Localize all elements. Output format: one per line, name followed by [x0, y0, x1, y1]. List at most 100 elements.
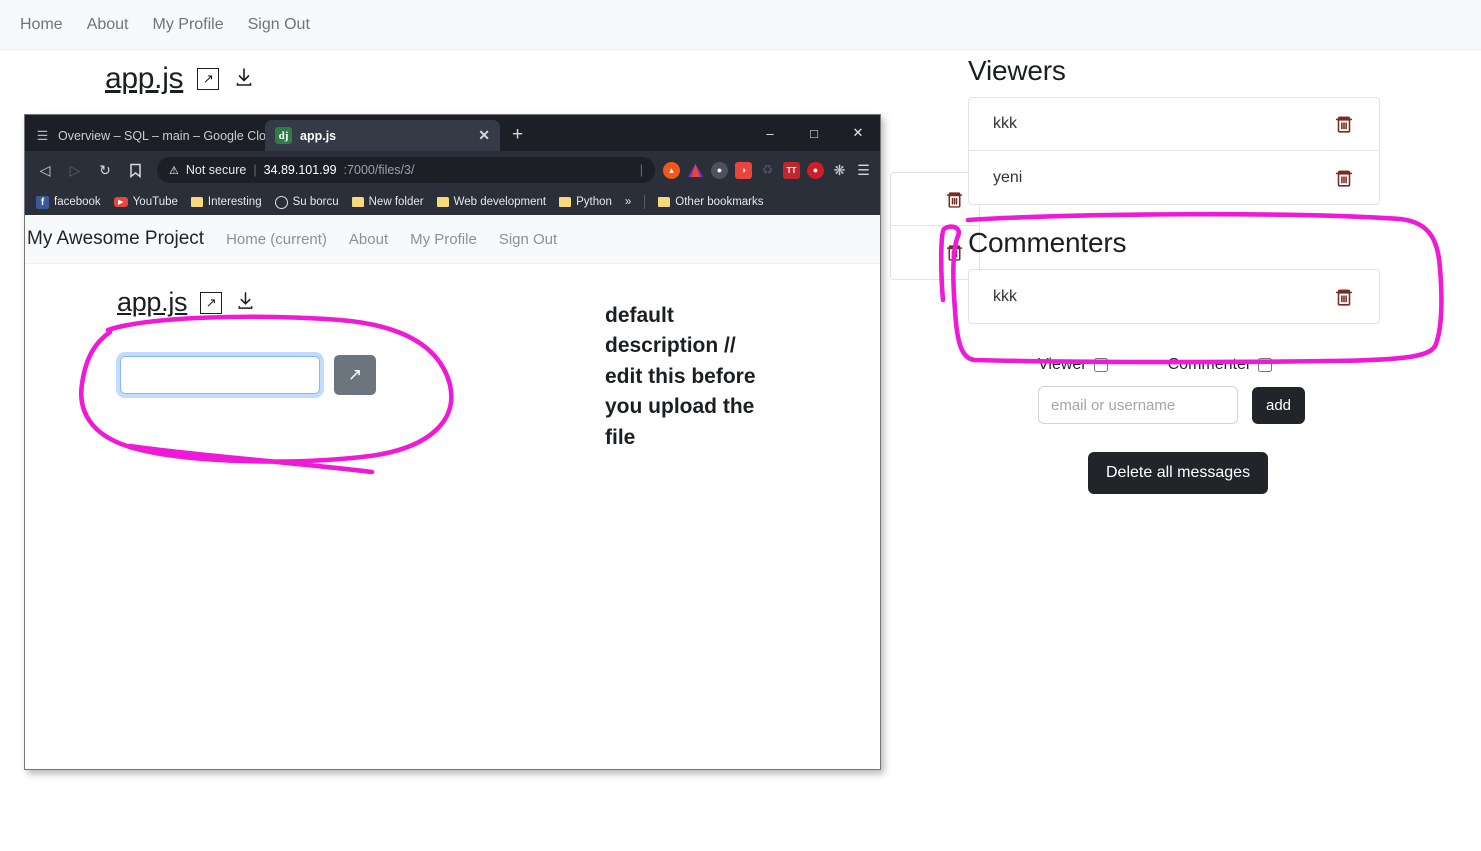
bookmark-icon[interactable]	[121, 156, 149, 184]
email-or-username-input[interactable]	[1038, 386, 1238, 424]
outer-nav-item-about[interactable]: About	[87, 16, 129, 34]
viewer-name: yeni	[993, 168, 1023, 186]
django-icon: dj	[275, 127, 292, 144]
commenter-checkbox[interactable]	[1258, 358, 1273, 372]
puzzle-icon[interactable]: ❋	[831, 162, 848, 179]
avatar-icon[interactable]: ●	[711, 161, 728, 179]
url-path: :7000/files/3/	[343, 163, 415, 177]
divider: |	[253, 163, 257, 177]
list-item[interactable]	[891, 173, 979, 226]
recycle-icon[interactable]: ♻	[759, 162, 776, 179]
url-host: 34.89.101.99	[263, 163, 337, 177]
trash-icon[interactable]	[944, 189, 965, 210]
trash-icon[interactable]	[1333, 286, 1355, 308]
browser-menu-icon[interactable]: ☰	[855, 162, 872, 179]
list-item[interactable]	[891, 226, 979, 279]
bookmark-python[interactable]: Python	[556, 196, 615, 208]
app-navbar: My Awesome Project Home (current) About …	[25, 215, 880, 264]
facebook-icon: f	[36, 195, 49, 209]
app-nav-item-sign-out[interactable]: Sign Out	[499, 231, 557, 248]
delete-all-messages-button[interactable]: Delete all messages	[1088, 452, 1269, 494]
extension-icons: ▴ ● ◑ ♻ TT ● ❋ ☰	[663, 161, 874, 179]
commenter-checkbox-label[interactable]: Commenter	[1168, 356, 1273, 374]
outer-file-header: app.js ↗	[105, 62, 255, 96]
outer-nav-item-sign-out[interactable]: Sign Out	[248, 16, 310, 34]
browser-tab-appjs[interactable]: dj app.js ✕	[265, 120, 500, 151]
bookmark-facebook[interactable]: f facebook	[33, 195, 104, 209]
rename-file-input[interactable]	[120, 356, 320, 394]
file-name-link[interactable]: app.js	[117, 287, 188, 318]
app-brand[interactable]: My Awesome Project	[27, 228, 204, 250]
divider	[644, 195, 646, 209]
youtube-icon: ▶	[113, 197, 128, 207]
bookmark-su-borcu[interactable]: Su borcu	[272, 195, 342, 209]
submit-rename-button[interactable]: ↗	[334, 355, 376, 395]
tab-title: Overview – SQL – main – Google Cloud	[58, 128, 265, 143]
viewer-checkbox[interactable]	[1093, 358, 1108, 372]
browser-viewport: My Awesome Project Home (current) About …	[25, 215, 880, 769]
folder-icon	[190, 197, 203, 207]
app-nav-item-my-profile[interactable]: My Profile	[410, 231, 477, 248]
new-tab-button[interactable]: +	[500, 124, 535, 151]
viewers-title: Viewers	[968, 55, 1066, 86]
viewer-checkbox-label[interactable]: Viewer	[1038, 356, 1108, 374]
globe-icon	[274, 195, 288, 209]
bookmark-web-development[interactable]: Web development	[434, 196, 549, 208]
table-row: kkk	[969, 270, 1379, 323]
trash-icon[interactable]	[1333, 167, 1355, 189]
background-list-group	[890, 172, 980, 280]
table-row: yeni	[969, 151, 1379, 204]
tt-icon[interactable]: TT	[783, 161, 800, 179]
not-secure-warning-icon: ⚠	[169, 164, 179, 177]
bookmark-youtube[interactable]: ▶ YouTube	[111, 196, 181, 208]
security-status-label: Not secure	[185, 163, 247, 177]
address-bar[interactable]: ⚠ Not secure | 34.89.101.99 :7000/files/…	[157, 157, 655, 183]
viewers-list: kkk yeni	[968, 97, 1380, 205]
bookmark-interesting[interactable]: Interesting	[188, 196, 265, 208]
close-tab-icon[interactable]: ✕	[478, 127, 490, 144]
forward-icon[interactable]: ▷	[61, 156, 89, 184]
outer-nav-item-home[interactable]: Home	[20, 16, 63, 34]
browser-tab-gcp[interactable]: ☰ Overview – SQL – main – Google Cloud	[25, 120, 265, 151]
trash-icon[interactable]	[944, 242, 965, 263]
app-nav-item-home[interactable]: Home (current)	[226, 231, 327, 248]
triangle-icon[interactable]	[687, 162, 704, 179]
file-description: default description // edit this before …	[605, 304, 756, 449]
download-icon[interactable]	[233, 66, 255, 93]
folder-icon	[658, 197, 671, 207]
ladybug-icon[interactable]: ●	[807, 161, 824, 179]
bookmarks-bar: f facebook ▶ YouTube Interesting Su borc…	[25, 189, 880, 215]
folder-icon	[436, 197, 449, 207]
bookmarks-overflow-icon[interactable]: »	[622, 196, 634, 208]
external-link-icon[interactable]: ↗	[200, 291, 223, 314]
commenter-label: Commenter	[1167, 356, 1252, 373]
app-nav-item-about[interactable]: About	[349, 231, 388, 248]
rss-icon[interactable]: ◑	[735, 161, 752, 179]
bookmark-other-bookmarks[interactable]: Other bookmarks	[655, 196, 766, 208]
trash-icon[interactable]	[1333, 113, 1355, 135]
external-link-icon[interactable]: ↗	[197, 68, 220, 90]
browser-window: ☰ Overview – SQL – main – Google Cloud d…	[24, 114, 881, 770]
bookmark-label: New folder	[368, 196, 424, 208]
bookmark-new-folder[interactable]: New folder	[349, 196, 427, 208]
add-user-form: add	[968, 386, 1380, 424]
reload-icon[interactable]: ↻	[91, 156, 119, 184]
close-window-button[interactable]: ✕	[836, 115, 880, 151]
viewer-name: kkk	[993, 115, 1017, 132]
bookmark-label: YouTube	[132, 196, 178, 208]
bookmark-label: Su borcu	[292, 196, 339, 208]
table-row: kkk	[969, 98, 1379, 151]
back-icon[interactable]: ◁	[31, 156, 59, 184]
download-icon[interactable]	[235, 290, 256, 316]
bookmark-label: Python	[576, 196, 612, 208]
omnibox-divider: |	[639, 163, 643, 177]
brave-icon[interactable]: ▴	[663, 161, 680, 179]
maximize-button[interactable]: □	[792, 115, 836, 151]
add-user-button[interactable]: add	[1252, 386, 1306, 424]
browser-toolbar: ◁ ▷ ↻ ⚠ Not secure | 34.89.101.99 :7000/…	[25, 151, 880, 189]
outer-nav-item-my-profile[interactable]: My Profile	[153, 16, 224, 34]
minimize-button[interactable]: –	[748, 115, 792, 151]
bookmark-label: Other bookmarks	[675, 196, 764, 208]
commenters-title: Commenters	[968, 227, 1127, 258]
file-name-link[interactable]: app.js	[105, 62, 184, 96]
